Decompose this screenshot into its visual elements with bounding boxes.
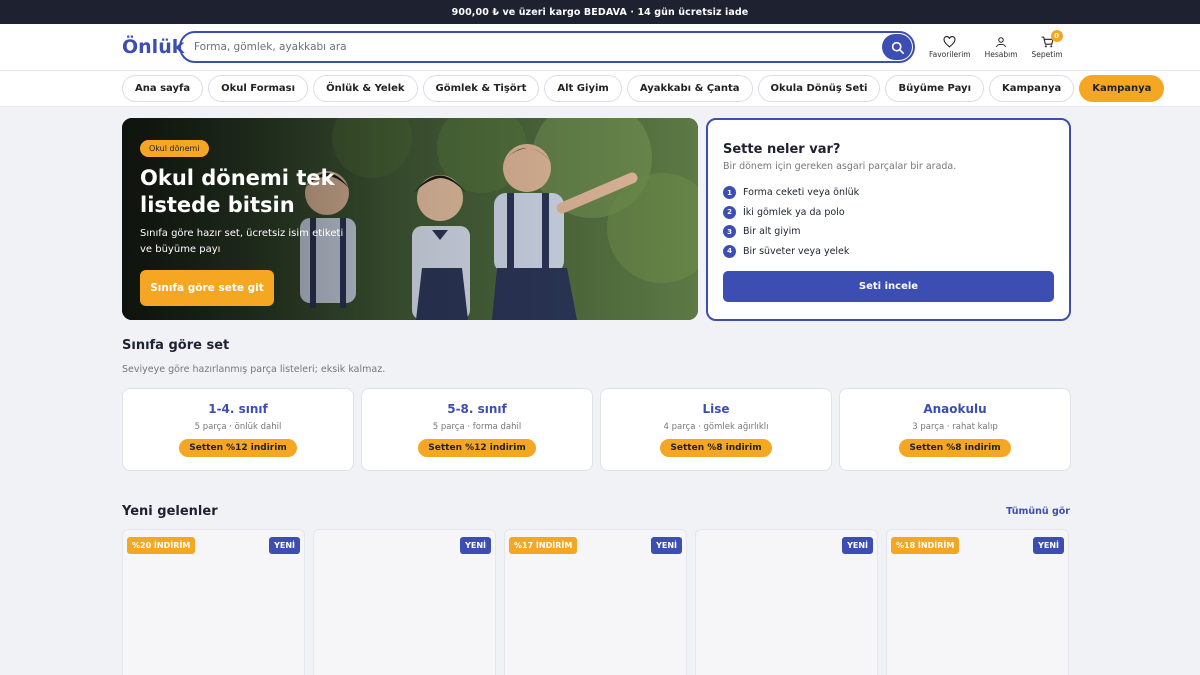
product-card[interactable]: %20 İNDİRİM YENİ	[122, 529, 305, 675]
see-all-link[interactable]: Tümünü gör	[1006, 506, 1070, 517]
nav-item-shirt-tshirt[interactable]: Gömlek & Tişört	[422, 75, 540, 102]
new-badge: YENİ	[460, 537, 491, 554]
list-item: 4 Bir süveter veya yelek	[723, 242, 1054, 262]
set-contents-card: Sette neler var? Bir dönem için gereken …	[706, 118, 1071, 321]
grade-name: 5-8. sınıf	[447, 402, 507, 416]
nav-item-growth-room[interactable]: Büyüme Payı	[885, 75, 984, 102]
product-card[interactable]: YENİ	[313, 529, 496, 675]
grade-info: 5 parça · forma dahil	[432, 422, 522, 432]
search-bar	[179, 31, 915, 63]
grade-discount-badge: Setten %8 indirim	[899, 439, 1011, 457]
favorites-button[interactable]: Favorilerim	[929, 35, 971, 59]
hero-title: Okul dönemi tek listede bitsin	[140, 166, 335, 217]
search-button[interactable]	[882, 34, 912, 60]
discount-badge: %18 İNDİRİM	[891, 537, 960, 554]
grade-cards: 1-4. sınıf 5 parça · önlük dahil Setten …	[122, 388, 1071, 471]
new-badge: YENİ	[842, 537, 873, 554]
nav-item-smock-vest[interactable]: Önlük & Yelek	[313, 75, 418, 102]
list-item: 3 Bir alt giyim	[723, 222, 1054, 242]
grade-card[interactable]: Anaokulu 3 parça · rahat kalıp Setten %8…	[839, 388, 1071, 471]
heart-icon	[943, 35, 956, 48]
search-icon	[891, 41, 904, 54]
cart-label: Sepetim	[1031, 49, 1063, 59]
grades-section-title: Sınıfa göre set	[122, 338, 230, 353]
grade-discount-badge: Setten %12 indirim	[418, 439, 536, 457]
nav-item-campaign[interactable]: Kampanya	[989, 75, 1075, 102]
hero-subtitle: Sınıfa göre hazır set, ücretsiz isim eti…	[140, 228, 344, 255]
cart-button[interactable]: Sepetim 0	[1031, 29, 1063, 59]
grade-info: 3 parça · rahat kalıp	[912, 422, 998, 432]
grades-section-subtitle: Seviyeye göre hazırlanmış parça listeler…	[122, 364, 386, 375]
step-number: 4	[723, 244, 736, 258]
set-contents-title: Sette neler var?	[723, 142, 841, 157]
category-nav: Ana sayfa Okul Forması Önlük & Yelek Göm…	[0, 70, 1200, 107]
grade-name: Anaokulu	[923, 402, 987, 416]
nav-item-campaign-highlight[interactable]: Kampanya	[1079, 75, 1165, 102]
view-set-button[interactable]: Seti incele	[723, 271, 1054, 302]
new-badge: YENİ	[651, 537, 682, 554]
promo-topbar: 900,00 ₺ ve üzeri kargo BEDAVA · 14 gün …	[0, 0, 1200, 24]
grade-discount-badge: Setten %8 indirim	[660, 439, 772, 457]
favorites-label: Favorilerim	[929, 49, 971, 59]
grade-card[interactable]: 1-4. sınıf 5 parça · önlük dahil Setten …	[122, 388, 354, 471]
list-item-label: Forma ceketi veya önlük	[743, 187, 860, 199]
user-icon	[996, 36, 1007, 47]
list-item: 1 Forma ceketi veya önlük	[723, 183, 1054, 203]
step-number: 3	[723, 225, 736, 239]
grade-card[interactable]: Lise 4 parça · gömlek ağırlıklı Setten %…	[600, 388, 832, 471]
promo-text: 900,00 ₺ ve üzeri kargo BEDAVA · 14 gün …	[451, 6, 749, 18]
list-item: 2 İki gömlek ya da polo	[723, 203, 1054, 223]
site-header: Önlük Favorilerim Hesabım Sepetim 0	[0, 24, 1200, 70]
logo[interactable]: Önlük	[122, 36, 184, 58]
nav-item-bottoms[interactable]: Alt Giyim	[544, 75, 622, 102]
product-card[interactable]: %17 İNDİRİM YENİ	[504, 529, 687, 675]
nav-item-school-uniform[interactable]: Okul Forması	[208, 75, 309, 102]
set-contents-list: 1 Forma ceketi veya önlük 2 İki gömlek ya …	[723, 183, 1054, 261]
nav-item-back-to-school-set[interactable]: Okula Dönüş Seti	[757, 75, 881, 102]
nav-item-shoes-bags[interactable]: Ayakkabı & Çanta	[626, 75, 753, 102]
hero-banner[interactable]: Okul dönemi Okul dönemi tek listede bits…	[122, 118, 698, 320]
new-badge: YENİ	[269, 537, 300, 554]
grade-name: 1-4. sınıf	[208, 402, 268, 416]
discount-badge: %20 İNDİRİM	[127, 537, 196, 554]
account-button[interactable]: Hesabım	[985, 36, 1018, 59]
list-item-label: İki gömlek ya da polo	[743, 206, 845, 218]
product-card[interactable]: %18 İNDİRİM YENİ	[886, 529, 1069, 675]
hero-content: Okul dönemi Okul dönemi tek listede bits…	[140, 136, 350, 306]
header-actions: Favorilerim Hesabım Sepetim 0	[929, 29, 1063, 59]
discount-badge: %17 İNDİRİM	[509, 537, 578, 554]
grade-card[interactable]: 5-8. sınıf 5 parça · forma dahil Setten …	[361, 388, 593, 471]
product-grid: %20 İNDİRİM YENİ YENİ %17 İNDİRİM YENİ Y…	[122, 529, 1069, 675]
hero-tag: Okul dönemi	[140, 140, 209, 157]
list-item-label: Bir süveter veya yelek	[743, 245, 850, 257]
grade-info: 4 parça · gömlek ağırlıklı	[663, 422, 769, 432]
product-card[interactable]: YENİ	[695, 529, 878, 675]
grade-discount-badge: Setten %12 indirim	[179, 439, 297, 457]
set-contents-subtitle: Bir dönem için gereken asgari parçalar b…	[723, 161, 957, 172]
cart-count-badge: 0	[1050, 29, 1063, 42]
grade-name: Lise	[702, 402, 730, 416]
step-number: 1	[723, 186, 736, 200]
new-arrivals-title: Yeni gelenler	[122, 504, 218, 519]
nav-item-home[interactable]: Ana sayfa	[122, 75, 204, 102]
account-label: Hesabım	[984, 49, 1018, 59]
search-input[interactable]	[194, 41, 882, 53]
hero-cta-button[interactable]: Sınıfa göre sete git	[140, 270, 274, 306]
list-item-label: Bir alt giyim	[743, 226, 801, 238]
grade-info: 5 parça · önlük dahil	[194, 422, 282, 432]
new-badge: YENİ	[1033, 537, 1064, 554]
step-number: 2	[723, 205, 736, 219]
